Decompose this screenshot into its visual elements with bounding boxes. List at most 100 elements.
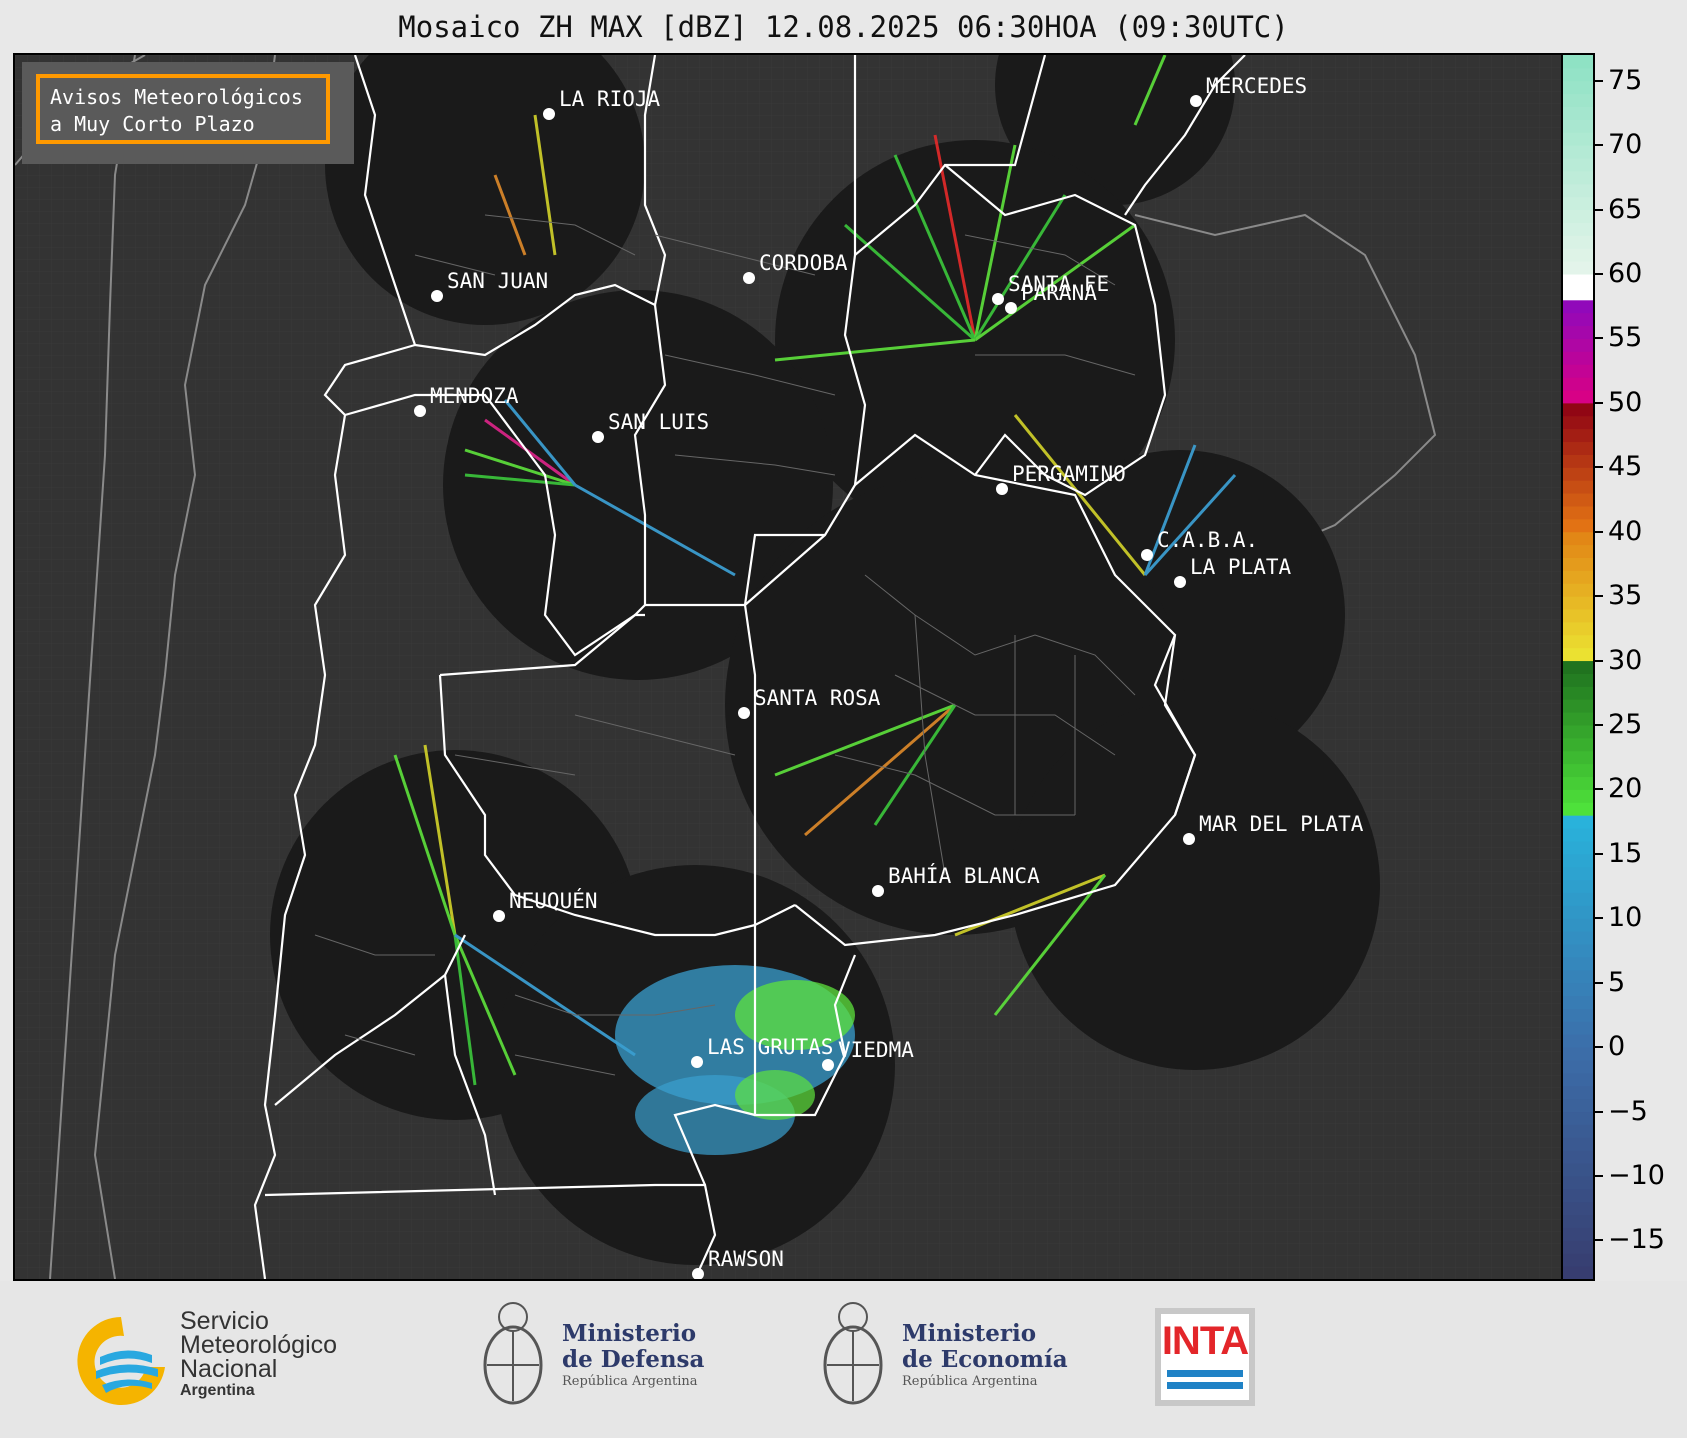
colorbar-segment bbox=[1563, 428, 1593, 443]
colorbar-segment bbox=[1563, 1266, 1593, 1280]
colorbar-tick bbox=[1593, 917, 1603, 920]
colorbar-tick bbox=[1593, 401, 1603, 404]
colorbar-segment bbox=[1563, 1227, 1593, 1241]
colorbar-tick-label: 55 bbox=[1608, 322, 1643, 354]
city-dot bbox=[872, 885, 884, 897]
colorbar-segment bbox=[1563, 647, 1593, 662]
colorbar-segment bbox=[1563, 518, 1593, 533]
inta-logo: INTA bbox=[1155, 1308, 1255, 1406]
city-label: MERCEDES bbox=[1206, 74, 1307, 98]
colorbar-tick bbox=[1593, 208, 1603, 211]
colorbar-tick-label: 70 bbox=[1608, 129, 1643, 161]
colorbar-tick-label: 10 bbox=[1608, 902, 1643, 934]
colorbar-tick-label: −10 bbox=[1608, 1159, 1665, 1191]
colorbar-segment bbox=[1563, 261, 1593, 275]
colorbar-segment bbox=[1563, 995, 1593, 1009]
colorbar-segment bbox=[1563, 1137, 1593, 1151]
inta-wordmark: INTA bbox=[1161, 1319, 1249, 1363]
colorbar-segment bbox=[1563, 274, 1593, 288]
city-dot bbox=[543, 108, 555, 120]
colorbar-tick-label: 45 bbox=[1608, 451, 1643, 483]
colorbar-segment bbox=[1563, 1059, 1593, 1074]
colorbar-segment bbox=[1563, 982, 1593, 997]
smn-line4: Argentina bbox=[180, 1382, 255, 1399]
defensa-logo: Ministerio de Defensa República Argentin… bbox=[478, 1297, 718, 1415]
colorbar-segment bbox=[1563, 1163, 1593, 1177]
colorbar-tick-label: 25 bbox=[1608, 708, 1643, 740]
colorbar-segment bbox=[1563, 299, 1593, 314]
city-label: CORDOBA bbox=[759, 251, 848, 275]
colorbar-segment bbox=[1563, 737, 1593, 752]
city-label: PERGAMINO bbox=[1012, 462, 1126, 486]
colorbar-segment bbox=[1563, 415, 1593, 430]
avisos-label[interactable]: Avisos Meteorológicos a Muy Corto Plazo bbox=[36, 74, 330, 144]
city-label: VIEDMA bbox=[838, 1038, 914, 1062]
colorbar-segment bbox=[1563, 1008, 1593, 1022]
colorbar-segment bbox=[1563, 1150, 1593, 1164]
colorbar-tick bbox=[1593, 79, 1603, 82]
colorbar-segment bbox=[1563, 686, 1593, 700]
colorbar-segment bbox=[1563, 621, 1593, 636]
colorbar-tick bbox=[1593, 466, 1603, 469]
city-label: LA RIOJA bbox=[559, 87, 661, 111]
smn-line2: Meteorológico bbox=[180, 1331, 338, 1359]
colorbar-tick bbox=[1593, 981, 1603, 984]
city-dot bbox=[996, 483, 1008, 495]
colorbar-segment bbox=[1563, 1201, 1593, 1216]
colorbar-segment bbox=[1563, 905, 1593, 919]
colorbar-segment bbox=[1563, 931, 1593, 945]
smn-emblem-icon bbox=[77, 1317, 165, 1405]
colorbar-segment bbox=[1563, 750, 1593, 765]
colorbar-segment bbox=[1563, 235, 1593, 249]
colorbar-segment bbox=[1563, 712, 1593, 726]
colorbar-segment bbox=[1563, 802, 1593, 816]
colorbar-segment bbox=[1563, 866, 1593, 881]
colorbar-segment bbox=[1563, 634, 1593, 649]
city-label: LA PLATA bbox=[1190, 555, 1292, 579]
colorbar-segment bbox=[1563, 969, 1593, 984]
city-label: RAWSON bbox=[708, 1247, 784, 1271]
colorbar-segment bbox=[1563, 1047, 1593, 1061]
defensa-line1: Ministerio bbox=[562, 1320, 697, 1347]
colorbar-segment bbox=[1563, 1124, 1593, 1138]
city-dot bbox=[1174, 576, 1186, 588]
colorbar-segment bbox=[1563, 222, 1593, 236]
colorbar-segment bbox=[1563, 389, 1593, 404]
colorbar-segment bbox=[1563, 1072, 1593, 1087]
map-canvas: LA RIOJASAN JUANCORDOBASANTA FEPARANAMER… bbox=[15, 55, 1563, 1279]
colorbar-segment bbox=[1563, 956, 1593, 971]
colorbar-segment bbox=[1563, 480, 1593, 494]
colorbar-segment bbox=[1563, 286, 1593, 301]
colorbar-segment bbox=[1563, 853, 1593, 868]
colorbar-tick bbox=[1593, 1174, 1603, 1177]
colorbar-tick bbox=[1593, 1239, 1603, 1242]
colorbar-tick bbox=[1593, 337, 1603, 340]
city-label: BAHÍA BLANCA bbox=[888, 863, 1040, 888]
colorbar-segment bbox=[1563, 93, 1593, 108]
city-label: SAN JUAN bbox=[447, 269, 548, 293]
colorbar-segment bbox=[1563, 1034, 1593, 1048]
colorbar-segment bbox=[1563, 1085, 1593, 1100]
colorbar-segment bbox=[1563, 170, 1593, 185]
colorbar-tick-label: 65 bbox=[1608, 193, 1643, 225]
radar-map[interactable]: LA RIOJA SAN JUAN CORDOBA SANTA FE PARANA MER… bbox=[13, 53, 1565, 1281]
colorbar-segment bbox=[1563, 505, 1593, 520]
colorbar-segment bbox=[1563, 557, 1593, 571]
colorbar-segment bbox=[1563, 609, 1593, 623]
city-label: C.A.B.A. bbox=[1157, 528, 1258, 552]
colorbar-segment bbox=[1563, 660, 1593, 674]
colorbar-tick bbox=[1593, 723, 1603, 726]
defensa-line2: de Defensa bbox=[562, 1346, 705, 1373]
city-dot bbox=[1141, 549, 1153, 561]
colorbar-tick bbox=[1593, 852, 1603, 855]
colorbar-segment bbox=[1563, 209, 1593, 223]
colorbar-tick-label: 0 bbox=[1608, 1031, 1626, 1063]
colorbar-segment bbox=[1563, 544, 1593, 558]
colorbar-segment bbox=[1563, 944, 1593, 958]
city-label: LAS GRUTAS bbox=[707, 1035, 833, 1059]
avisos-panel[interactable]: Avisos Meteorológicos a Muy Corto Plazo bbox=[22, 62, 354, 164]
coat-of-arms-icon bbox=[823, 1302, 883, 1405]
colorbar-tick bbox=[1593, 1046, 1603, 1049]
colorbar-segment bbox=[1563, 583, 1593, 597]
colorbar-tick bbox=[1593, 144, 1603, 147]
